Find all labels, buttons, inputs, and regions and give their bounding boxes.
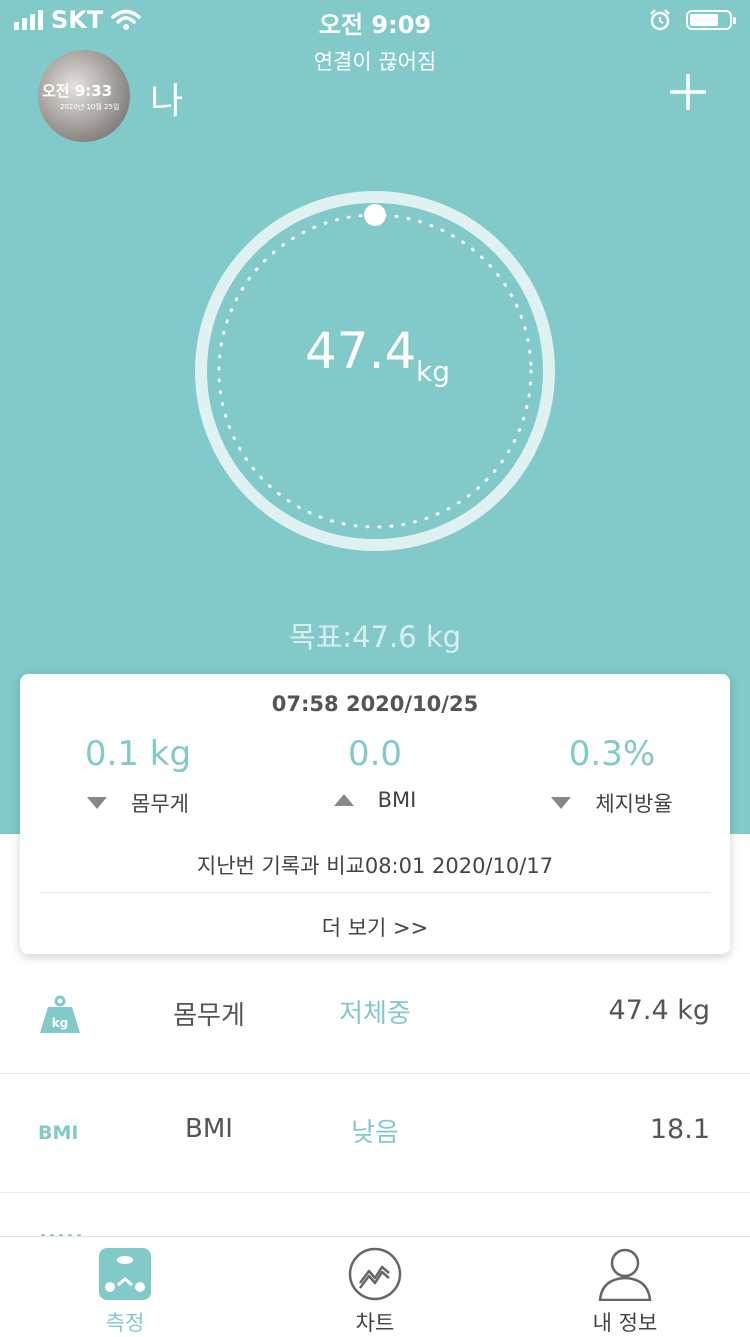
scale-icon [99,1248,151,1300]
stat-label: 몸무게 [131,792,189,816]
avatar-caption: 2020년 10월 25일 [60,103,120,111]
bmi-icon: BMI [38,1122,79,1144]
status-right [648,8,736,32]
tab-measure[interactable]: 측정 [0,1237,250,1335]
plus-icon[interactable] [668,72,708,112]
stat-label-row: BMI [257,788,493,812]
more-link[interactable]: 더 보기 >> [20,912,730,942]
metric-label: BMI [185,1114,233,1144]
tab-label: 차트 [355,1311,395,1335]
metric-status: 낮음 [351,1118,399,1148]
stat-value: 0.1 kg [84,734,192,774]
tab-profile[interactable]: 내 정보 [500,1237,750,1335]
card-divider [40,892,710,893]
goal-weight[interactable]: 목표:47.6 kg [0,614,750,656]
stat-label: 체지방율 [595,792,673,816]
metric-row-bmi[interactable]: BMI BMI 낮음 18.1 [0,1074,750,1193]
metric-value: 18.1 [649,1114,710,1145]
tab-label: 내 정보 [592,1311,658,1335]
stat-label-row: 체지방율 [494,788,730,818]
up-arrow-icon [333,794,354,806]
stat-bmi: 0.0 BMI [257,734,493,812]
stat-value: 0.3% [568,734,656,774]
user-name[interactable]: 나 [150,72,183,124]
metric-value: 47.4 kg [608,995,710,1026]
metric-status: 저체중 [339,999,411,1029]
kg-weight-icon: kg [40,995,80,1033]
profile-icon [598,1248,652,1301]
status-bar: SKT 오전 9:09 [0,0,750,40]
metric-label: 몸무게 [173,1001,245,1031]
chart-icon [348,1247,402,1301]
metric-row-weight[interactable]: kg 몸무게 저체중 47.4 kg [0,955,750,1074]
measure-datetime: 07:58 2020/10/25 [271,692,479,716]
avatar-time-text: 오전 9:33 [42,82,113,100]
stat-body-fat: 0.3% 체지방율 [494,734,730,818]
status-time: 오전 9:09 [318,11,432,39]
alarm-icon [650,9,670,31]
avatar[interactable]: 오전 9:33 2020년 10월 25일 [38,50,130,142]
gauge-indicator [364,204,386,226]
stat-label: BMI [377,788,417,812]
down-arrow-icon [87,797,108,809]
tab-chart[interactable]: 차트 [250,1237,500,1335]
stat-weight: 0.1 kg 몸무게 [20,734,256,818]
summary-card: 07:58 2020/10/25 0.1 kg 몸무게 0.0 BMI 0.3%… [20,674,730,954]
tab-bar: 측정 차트 내 정보 [0,1236,750,1335]
down-arrow-icon [551,797,572,809]
battery-icon [686,10,736,30]
stat-value: 0.0 [347,734,403,774]
stat-label-row: 몸무게 [20,788,256,818]
compare-text: 지난번 기록과 비교08:01 2020/10/17 [196,854,554,878]
kg-icon-text: kg [52,1016,69,1030]
weight-value: 47.4 [305,322,417,380]
weight-unit: kg [416,355,450,388]
tab-label: 측정 [105,1311,145,1335]
